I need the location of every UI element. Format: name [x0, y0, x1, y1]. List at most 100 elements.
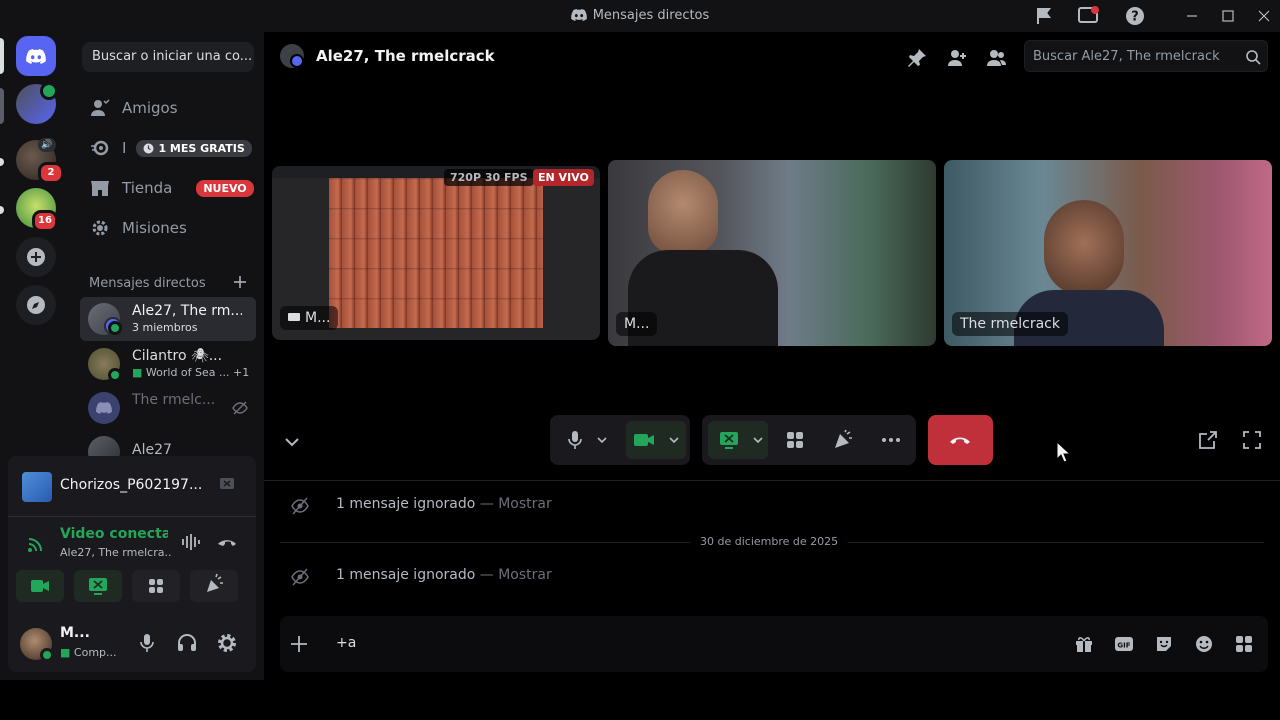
tile-name: M...: [305, 310, 331, 326]
dm-item[interactable]: Cilantro 🕷... ■ World of Sea ... +1: [80, 342, 256, 386]
server-icon[interactable]: 16: [16, 188, 58, 232]
dm-item[interactable]: Ale27: [80, 430, 256, 456]
separator: —: [475, 496, 499, 512]
sidebar-item-quests[interactable]: Misiones: [80, 208, 256, 248]
dm-name: Ale27: [132, 442, 172, 456]
pop-out-icon[interactable]: [1197, 429, 1219, 451]
ignored-message-text: 1 mensaje ignorado: [336, 567, 476, 583]
stream-tile[interactable]: 720P 30 FPS EN VIVO M...: [272, 166, 600, 340]
settings-gear-icon[interactable]: [216, 632, 238, 654]
avatar: [88, 436, 120, 456]
add-friends-to-dm-icon[interactable]: [946, 47, 968, 69]
find-conversation-button[interactable]: Buscar o iniciar una co...: [82, 42, 254, 72]
screen-share-toggle-button[interactable]: [708, 421, 768, 459]
microphone-icon[interactable]: [564, 429, 586, 451]
explore-button[interactable]: [16, 285, 56, 325]
stop-stream-icon[interactable]: [218, 476, 238, 494]
friends-icon: [90, 98, 110, 118]
activities-button[interactable]: [132, 570, 180, 602]
mention-badge: 2: [38, 162, 64, 184]
nav-label: Amigos: [122, 99, 178, 117]
video-tile[interactable]: M...: [608, 160, 936, 346]
sidebar-item-friends[interactable]: Amigos: [80, 88, 256, 128]
minimize-icon[interactable]: [1182, 6, 1202, 26]
soundboard-button[interactable]: [190, 570, 238, 602]
dm-name: Ale27, The rm...: [132, 303, 242, 319]
tile-label: M...: [280, 306, 339, 330]
avatar: [88, 392, 120, 424]
screen-share-button[interactable]: [74, 570, 122, 602]
server-icon[interactable]: 🔊 2: [16, 138, 64, 184]
audio-video-controls: [550, 415, 690, 465]
video-tile[interactable]: The rmelcrack: [944, 160, 1272, 346]
emoji-icon[interactable]: [1194, 634, 1214, 654]
voice-status[interactable]: Video conectad: [60, 526, 168, 542]
more-options-icon[interactable]: [880, 429, 902, 451]
gif-icon[interactable]: GIF: [1114, 634, 1134, 654]
hang-up-icon: [948, 429, 972, 451]
user-status[interactable]: ■ Comp...: [60, 646, 117, 659]
sidebar-item-nitro[interactable]: I 1 MES GRATIS: [80, 128, 256, 168]
svg-text:?: ?: [1131, 10, 1139, 25]
tile-label: The rmelcrack: [952, 312, 1068, 336]
apps-icon[interactable]: [1234, 634, 1254, 654]
headphones-icon[interactable]: [176, 632, 198, 654]
close-icon[interactable]: [1254, 6, 1274, 26]
ignored-eye-slash-icon[interactable]: [232, 400, 248, 416]
ignored-eye-slash-icon: [290, 567, 310, 587]
hang-up-button[interactable]: [928, 415, 993, 465]
chevron-down-icon[interactable]: [596, 434, 608, 446]
tile-label: M...: [616, 312, 658, 336]
show-message-link[interactable]: Mostrar: [498, 567, 552, 583]
inbox-flag-icon[interactable]: [1034, 6, 1054, 26]
dm-item-group[interactable]: Ale27, The rm... 3 miembros: [80, 297, 256, 341]
channel-name[interactable]: Ale27, The rmelcrack: [316, 47, 495, 65]
voice-channel-name[interactable]: Ale27, The rmelcra...: [60, 546, 172, 559]
unread-indicator: [0, 88, 4, 124]
online-status-icon: [108, 368, 122, 382]
add-server-button[interactable]: [16, 237, 56, 277]
chevron-down-icon: [668, 434, 680, 446]
bottom-letterbox: [0, 680, 1280, 720]
voice-active-icon: [40, 82, 58, 100]
attach-plus-icon[interactable]: [288, 633, 310, 655]
sidebar-item-shop[interactable]: Tienda NUEVO: [80, 168, 256, 208]
noise-suppression-icon[interactable]: [180, 532, 202, 552]
live-badge: EN VIVO: [533, 169, 594, 186]
nitro-promo-label: 1 MES GRATIS: [158, 141, 245, 155]
search-input[interactable]: Buscar Ale27, The rmelcrack: [1024, 40, 1268, 72]
dm-call-server-icon[interactable]: [16, 82, 58, 124]
participant-video: [1044, 200, 1124, 296]
camera-icon: [632, 429, 656, 451]
pin-icon[interactable]: [906, 47, 928, 69]
message-input[interactable]: +a: [336, 635, 356, 651]
help-icon[interactable]: ?: [1125, 6, 1145, 26]
user-name[interactable]: M...: [60, 625, 90, 641]
game-controller-icon: ■: [132, 366, 143, 379]
home-button[interactable]: [16, 36, 56, 76]
participant-video: [648, 170, 718, 254]
soundboard-icon[interactable]: [832, 429, 854, 451]
camera-toggle-button[interactable]: [626, 421, 686, 459]
disconnect-icon[interactable]: [216, 532, 238, 552]
member-list-icon[interactable]: [986, 47, 1008, 69]
activity-controls: [702, 415, 916, 465]
screen-share-status-icon[interactable]: [1078, 6, 1099, 26]
maximize-icon[interactable]: [1218, 6, 1238, 26]
dm-section-header: Mensajes directos: [89, 276, 206, 291]
camera-button[interactable]: [16, 570, 64, 602]
activities-icon[interactable]: [784, 429, 806, 451]
online-status-icon: [108, 321, 122, 335]
create-dm-plus-icon[interactable]: [232, 274, 248, 290]
dm-item[interactable]: The rmelc...: [80, 386, 256, 430]
shop-icon: [90, 178, 110, 198]
divider: [264, 480, 1280, 481]
group-dm-avatar: [280, 44, 304, 68]
date-divider: 30 de diciembre de 2025: [690, 535, 849, 548]
collapse-chevron-icon[interactable]: [282, 432, 302, 452]
sticker-icon[interactable]: [1154, 634, 1174, 654]
gift-icon[interactable]: [1074, 634, 1094, 654]
show-message-link[interactable]: Mostrar: [498, 496, 552, 512]
microphone-icon[interactable]: [136, 632, 158, 654]
fullscreen-icon[interactable]: [1241, 429, 1263, 451]
